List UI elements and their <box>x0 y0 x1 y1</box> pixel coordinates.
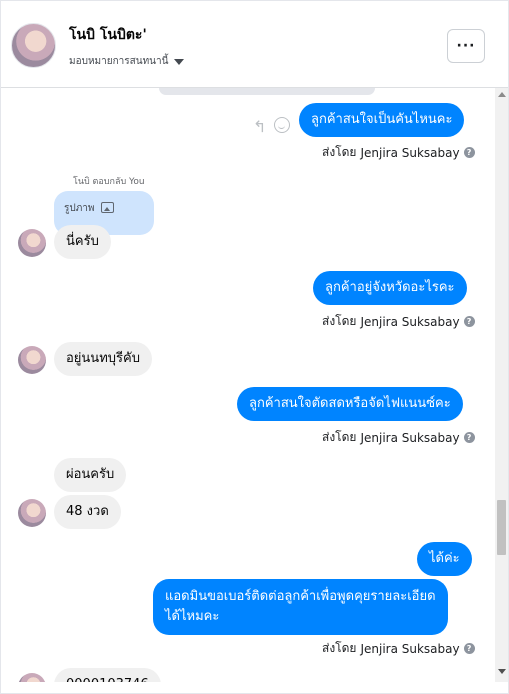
sent-by-prefix: ส่งโดย <box>322 430 357 444</box>
sent-by-prefix: ส่งโดย <box>322 145 357 159</box>
message-list[interactable]: ↰ ลูกค้าสนใจเป็นคันไหนคะ ส่งโดย Jenjira … <box>1 88 495 682</box>
incoming-message[interactable]: อยู่นนทบุรีคับ <box>54 342 152 376</box>
sender-name: Jenjira Suksabay <box>360 145 460 160</box>
scrollbar-track[interactable] <box>495 88 508 682</box>
outgoing-message[interactable]: ลูกค้าอยู่จังหวัดอะไรคะ <box>313 271 467 305</box>
sender-name: Jenjira Suksabay <box>360 314 460 329</box>
photo-label: รูปภาพ <box>64 203 95 214</box>
sent-by-prefix: ส่งโดย <box>322 314 357 328</box>
contact-avatar-small[interactable] <box>18 229 46 257</box>
help-icon[interactable]: ? <box>463 316 475 327</box>
reply-icon[interactable]: ↰ <box>253 117 266 136</box>
sent-by-prefix: ส่งโดย <box>322 641 357 655</box>
outgoing-message[interactable]: ลูกค้าสนใจเป็นคันไหนคะ <box>299 103 465 137</box>
photo-icon <box>100 202 114 213</box>
help-icon[interactable]: ? <box>463 432 475 443</box>
caret-down-icon <box>174 58 185 65</box>
more-options-button[interactable]: ··· <box>447 29 485 63</box>
outgoing-message-multiline[interactable]: แอดมินขอเบอร์ติดต่อลูกค้าเพื่อพูดคุยรายล… <box>153 579 448 635</box>
react-emoji-icon[interactable] <box>274 117 290 133</box>
contact-avatar-small[interactable] <box>18 673 46 682</box>
contact-avatar-small[interactable] <box>18 499 46 527</box>
contact-avatar[interactable] <box>11 23 56 68</box>
incoming-message[interactable]: นี่ครับ <box>54 225 111 259</box>
sent-by-line: ส่งโดย Jenjira Suksabay ? <box>322 143 475 162</box>
assign-conversation-dropdown[interactable]: มอบหมายการสนทนานี้ <box>69 54 185 69</box>
contact-name[interactable]: โนบิ โนบิตะ' <box>69 24 147 46</box>
outgoing-message[interactable]: ได้ค่ะ <box>417 542 472 576</box>
incoming-message[interactable]: 0000103746 <box>54 668 161 682</box>
scroll-down-arrow-icon[interactable] <box>498 669 506 674</box>
sent-by-line: ส่งโดย Jenjira Suksabay ? <box>322 639 475 658</box>
incoming-message[interactable]: 48 งวด <box>54 495 121 529</box>
sent-by-line: ส่งโดย Jenjira Suksabay ? <box>322 312 475 331</box>
outgoing-message[interactable]: ลูกค้าสนใจตัดสดหรือจัดไฟแนนซ์คะ <box>237 387 463 421</box>
sender-name: Jenjira Suksabay <box>360 430 460 445</box>
reply-context-label: โนบิ ตอบกลับ You <box>73 177 145 187</box>
previous-message-card <box>159 88 375 95</box>
conversation-header: โนบิ โนบิตะ' มอบหมายการสนทนานี้ ··· <box>1 1 508 88</box>
message-line: แอดมินขอเบอร์ติดต่อลูกค้าเพื่อพูดคุยรายล… <box>165 589 436 604</box>
message-line: ได้ไหมคะ <box>165 609 220 624</box>
help-icon[interactable]: ? <box>463 147 475 158</box>
assign-conversation-label: มอบหมายการสนทนานี้ <box>69 56 169 67</box>
contact-avatar-small[interactable] <box>18 346 46 374</box>
incoming-message[interactable]: ผ่อนครับ <box>54 458 127 492</box>
sender-name: Jenjira Suksabay <box>360 641 460 656</box>
help-icon[interactable]: ? <box>463 643 475 654</box>
sent-by-line: ส่งโดย Jenjira Suksabay ? <box>322 428 475 447</box>
scrollbar-thumb[interactable] <box>497 500 506 555</box>
scroll-up-arrow-icon[interactable] <box>498 92 506 97</box>
